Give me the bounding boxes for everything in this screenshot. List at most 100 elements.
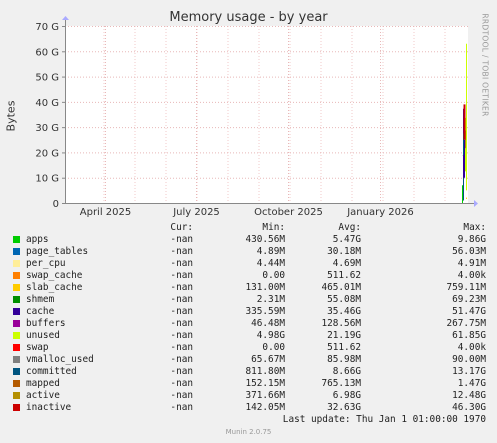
legend-swatch	[13, 308, 20, 315]
legend-max-value: 12.48G	[452, 390, 486, 401]
legend-cur-value: -nan	[170, 330, 193, 341]
munin-version: Munin 2.0.75	[225, 428, 272, 436]
legend-max-value: 9.86G	[457, 234, 486, 245]
y-axis-arrow	[62, 16, 69, 20]
y-tick-label: 40 G	[35, 98, 59, 109]
legend-series-name: buffers	[26, 318, 66, 329]
legend-series-name: mapped	[26, 378, 60, 389]
legend-series-name: vmalloc_used	[26, 354, 94, 365]
legend-max-value: 1.47G	[457, 378, 486, 389]
y-tick-label: 50 G	[35, 73, 59, 84]
last-update: Last update: Thu Jan 1 01:00:00 1970	[282, 414, 486, 425]
legend-row-apps: apps -nan 430.56M 5.47G 9.86G	[0, 234, 497, 246]
legend-min-value: 0.00	[262, 342, 285, 353]
munin-graph: Memory usage - by year Bytes RRDTOOL / T…	[0, 0, 497, 443]
legend-row-per-cpu: per_cpu -nan 4.44M 4.69M 4.91M	[0, 258, 497, 270]
legend-avg-value: 85.98M	[327, 354, 361, 365]
legend-series-name: apps	[26, 234, 49, 245]
legend-max-value: 4.91M	[457, 258, 486, 269]
legend-avg-value: 55.08M	[327, 294, 361, 305]
legend-swatch	[13, 380, 20, 387]
legend-header-cur: Cur:	[170, 222, 193, 233]
legend-min-value: 0.00	[262, 270, 285, 281]
legend-min-value: 811.80M	[245, 366, 285, 377]
legend-avg-value: 35.46G	[327, 306, 361, 317]
legend-cur-value: -nan	[170, 390, 193, 401]
legend-min-value: 371.66M	[245, 390, 285, 401]
legend-avg-value: 8.66G	[332, 366, 361, 377]
legend-series-name: slab_cache	[26, 282, 83, 293]
legend-cur-value: -nan	[170, 282, 193, 293]
legend-avg-value: 511.62	[327, 342, 361, 353]
x-tick-label: April 2025	[80, 207, 131, 218]
legend-row-page-tables: page_tables -nan 4.89M 30.18M 56.03M	[0, 246, 497, 258]
legend-row-slab-cache: slab_cache -nan 131.00M 465.01M 759.11M	[0, 282, 497, 294]
legend-min-value: 142.05M	[245, 402, 285, 413]
x-tick-label: July 2025	[172, 207, 220, 218]
legend-row-inactive: inactive -nan 142.05M 32.63G 46.30G	[0, 402, 497, 414]
legend-avg-value: 465.01M	[321, 282, 361, 293]
legend-row-buffers: buffers -nan 46.48M 128.56M 267.75M	[0, 318, 497, 330]
legend-swatch	[13, 368, 20, 375]
legend-swatch	[13, 344, 20, 351]
legend-swatch	[13, 284, 20, 291]
legend-header-max: Max:	[463, 222, 486, 233]
legend-min-value: 152.15M	[245, 378, 285, 389]
legend-max-value: 4.00k	[457, 342, 486, 353]
legend-max-value: 759.11M	[446, 282, 486, 293]
legend-max-value: 56.03M	[452, 246, 486, 257]
legend-cur-value: -nan	[170, 354, 193, 365]
legend-swatch	[13, 356, 20, 363]
x-axis-arrow	[474, 200, 478, 207]
chart-plot: 0 10 G 20 G 30 G 40 G 50 G 60 G 70 G April 2025 J…	[35, 16, 478, 218]
legend-avg-value: 30.18M	[327, 246, 361, 257]
legend-swatch	[13, 392, 20, 399]
x-tick-label: October 2025	[254, 207, 323, 218]
legend-row-cache: cache -nan 335.59M 35.46G 51.47G	[0, 306, 497, 318]
legend-cur-value: -nan	[170, 294, 193, 305]
legend-min-value: 131.00M	[245, 282, 285, 293]
legend-row-swap: swap -nan 0.00 511.62 4.00k	[0, 342, 497, 354]
legend-header-min: Min:	[262, 222, 285, 233]
legend-avg-value: 32.63G	[327, 402, 361, 413]
y-tick-label: 10 G	[35, 174, 59, 185]
legend-row-swap-cache: swap_cache -nan 0.00 511.62 4.00k	[0, 270, 497, 282]
legend-series-name: inactive	[26, 402, 72, 413]
legend-max-value: 267.75M	[446, 318, 486, 329]
legend-swatch	[13, 236, 20, 243]
legend-max-value: 51.47G	[452, 306, 486, 317]
legend-row-unused: unused -nan 4.98G 21.19G 61.85G	[0, 330, 497, 342]
legend-swatch	[13, 320, 20, 327]
legend-row-shmem: shmem -nan 2.31M 55.08M 69.23M	[0, 294, 497, 306]
legend-min-value: 4.89M	[256, 246, 285, 257]
legend-header: Cur: Min: Avg: Max:	[0, 222, 497, 234]
legend-max-value: 46.30G	[452, 402, 486, 413]
legend-cur-value: -nan	[170, 378, 193, 389]
legend-avg-value: 6.98G	[332, 390, 361, 401]
legend-swatch	[13, 404, 20, 411]
legend-series-name: committed	[26, 366, 77, 377]
legend-max-value: 4.00k	[457, 270, 486, 281]
legend-max-value: 69.23M	[452, 294, 486, 305]
legend-series-name: swap	[26, 342, 49, 353]
legend-swatch	[13, 260, 20, 267]
legend-avg-value: 128.56M	[321, 318, 361, 329]
legend-min-value: 4.98G	[256, 330, 285, 341]
legend-cur-value: -nan	[170, 306, 193, 317]
legend-avg-value: 21.19G	[327, 330, 361, 341]
legend-min-value: 65.67M	[251, 354, 285, 365]
legend-row-mapped: mapped -nan 152.15M 765.13M 1.47G	[0, 378, 497, 390]
legend-row-vmalloc-used: vmalloc_used -nan 65.67M 85.98M 90.00M	[0, 354, 497, 366]
legend-min-value: 430.56M	[245, 234, 285, 245]
legend-swatch	[13, 248, 20, 255]
legend-max-value: 13.17G	[452, 366, 486, 377]
y-tick-label: 70 G	[35, 22, 59, 33]
legend-header-avg: Avg:	[338, 222, 361, 233]
legend-cur-value: -nan	[170, 234, 193, 245]
legend-max-value: 90.00M	[452, 354, 486, 365]
y-tick-label: 0	[53, 199, 59, 210]
legend-series-name: active	[26, 390, 60, 401]
legend-cur-value: -nan	[170, 270, 193, 281]
legend-swatch	[13, 296, 20, 303]
legend-avg-value: 4.69M	[332, 258, 361, 269]
